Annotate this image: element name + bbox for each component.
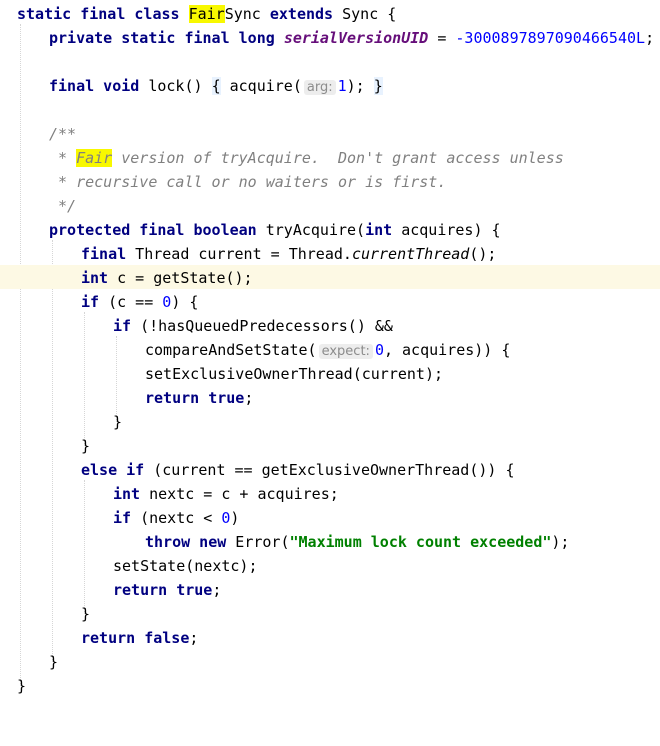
code-line[interactable]: return false;: [0, 626, 660, 650]
code-editor[interactable]: static final class FairSync extends Sync…: [0, 0, 660, 705]
keyword: if: [113, 509, 132, 527]
number-literal: 1: [337, 77, 347, 95]
code-line[interactable]: compareAndSetState(expect: 0, acquires)) …: [0, 338, 660, 362]
code-line[interactable]: * recursive call or no waiters or is fir…: [0, 170, 660, 194]
keyword: return false: [81, 629, 190, 647]
folded-brace[interactable]: }: [373, 77, 383, 95]
breadcrumb-bar[interactable]: [0, 700, 660, 705]
keyword: throw new: [145, 533, 227, 551]
number-literal: 0: [374, 341, 384, 359]
statement: Thread current = Thread.: [126, 245, 352, 263]
comment: version of tryAcquire. Don't grant acces…: [112, 149, 564, 167]
comment: *: [49, 149, 77, 167]
closing-brace: }: [81, 437, 91, 455]
punctuation: );: [346, 77, 374, 95]
method-call: acquire(: [220, 77, 302, 95]
code-line[interactable]: return true;: [0, 578, 660, 602]
statement: setExclusiveOwnerThread(current);: [145, 365, 444, 383]
comment: */: [49, 197, 77, 215]
method-call: compareAndSetState(: [145, 341, 317, 359]
code-line[interactable]: setExclusiveOwnerThread(current);: [0, 362, 660, 386]
comment: * recursive call or no waiters or is fir…: [49, 173, 447, 191]
statement: (current == getExclusiveOwnerThread()) {: [144, 461, 515, 479]
code-line[interactable]: * Fair version of tryAcquire. Don't gran…: [0, 146, 660, 170]
keyword: return true: [113, 581, 213, 599]
keyword: extends: [269, 5, 334, 23]
code-line[interactable]: /**: [0, 122, 660, 146]
code-line[interactable]: setState(nextc);: [0, 554, 660, 578]
punctuation: );: [551, 533, 570, 551]
punctuation: ();: [469, 245, 497, 263]
number-literal: -3000897897090466540L: [455, 29, 646, 47]
keyword: else if: [81, 461, 145, 479]
code-line[interactable]: }: [0, 410, 660, 434]
punctuation: , acquires)) {: [383, 341, 511, 359]
code-line[interactable]: final void lock() { acquire(arg: 1); }: [0, 74, 660, 98]
keyword: static final class: [17, 5, 180, 23]
comment: /**: [49, 125, 77, 143]
code-line[interactable]: if (nextc < 0): [0, 506, 660, 530]
closing-brace: }: [81, 605, 91, 623]
code-line[interactable]: else if (current == getExclusiveOwnerThr…: [0, 458, 660, 482]
closing-brace: }: [49, 653, 59, 671]
code-line[interactable]: }: [0, 602, 660, 626]
folded-brace[interactable]: {: [211, 77, 221, 95]
closing-brace: }: [17, 677, 27, 695]
keyword: if: [113, 317, 132, 335]
string-literal: "Maximum lock count exceeded": [289, 533, 552, 551]
statement: Error(: [226, 533, 290, 551]
code-line[interactable]: if (!hasQueuedPredecessors() &&: [0, 314, 660, 338]
code-line[interactable]: final Thread current = Thread.currentThr…: [0, 242, 660, 266]
code-line[interactable]: }: [0, 434, 660, 458]
number-literal: 0: [162, 293, 172, 311]
keyword: int: [365, 221, 393, 239]
code-line[interactable]: int nextc = c + acquires;: [0, 482, 660, 506]
method-signature: tryAcquire(: [256, 221, 366, 239]
keyword: if: [81, 293, 100, 311]
code-line[interactable]: }: [0, 674, 660, 698]
parameter: acquires) {: [392, 221, 501, 239]
keyword: final: [81, 245, 127, 263]
method-signature: lock(): [139, 77, 212, 95]
punctuation: ;: [212, 581, 222, 599]
keyword: int: [113, 485, 141, 503]
punctuation: ;: [244, 389, 254, 407]
code-line[interactable]: private static final long serialVersionU…: [0, 26, 660, 50]
keyword: protected final boolean: [49, 221, 257, 239]
statement: (c ==: [99, 293, 163, 311]
statement: (nextc <: [131, 509, 222, 527]
punctuation: ) {: [171, 293, 199, 311]
punctuation: ): [230, 509, 240, 527]
code-line[interactable]: if (c == 0) {: [0, 290, 660, 314]
closing-brace: }: [113, 413, 123, 431]
code-line[interactable]: protected final boolean tryAcquire(int a…: [0, 218, 660, 242]
statement: setState(nextc);: [113, 557, 258, 575]
code-line[interactable]: */: [0, 194, 660, 218]
statement: nextc = c + acquires;: [140, 485, 339, 503]
static-method: currentThread: [351, 245, 470, 263]
parameter-hint: expect:: [318, 344, 373, 359]
code-line[interactable]: return true;: [0, 386, 660, 410]
keyword: int: [81, 269, 109, 287]
statement: (!hasQueuedPredecessors() &&: [131, 317, 393, 335]
search-highlight: Fair: [188, 5, 225, 23]
punctuation: ;: [645, 29, 655, 47]
current-line[interactable]: int c = getState();: [0, 265, 660, 289]
keyword: final void: [49, 77, 140, 95]
class-name: Sync: [224, 5, 261, 23]
search-highlight: Fair: [76, 149, 113, 167]
keyword: private static final long: [49, 29, 275, 47]
punctuation: ;: [189, 629, 199, 647]
base-class: Sync {: [342, 5, 397, 23]
parameter-hint: arg:: [303, 80, 336, 95]
code-line[interactable]: throw new Error("Maximum lock count exce…: [0, 530, 660, 554]
statement: c = getState();: [108, 269, 253, 287]
operator: =: [428, 29, 456, 47]
code-line[interactable]: static final class FairSync extends Sync…: [0, 2, 660, 26]
field-name: serialVersionUID: [283, 29, 429, 47]
keyword: return true: [145, 389, 245, 407]
code-line[interactable]: }: [0, 650, 660, 674]
